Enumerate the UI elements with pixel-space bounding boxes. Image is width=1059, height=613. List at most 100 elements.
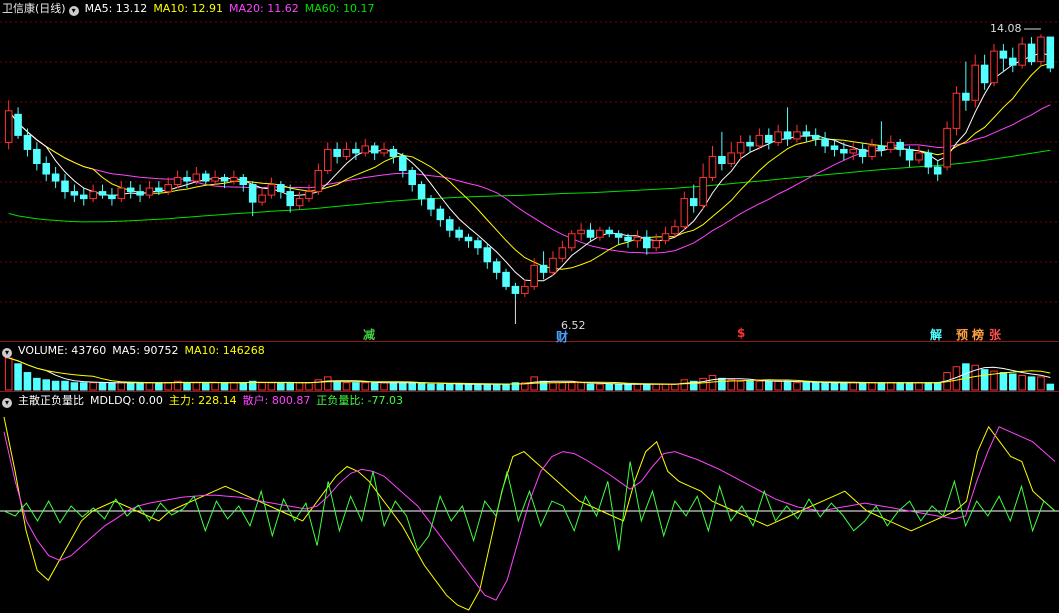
volume-bar: [605, 383, 614, 391]
volume-bar: [924, 382, 933, 391]
indicator-chart[interactable]: [0, 392, 1059, 613]
volume-bar: [436, 383, 445, 391]
ma10-value: MA10: 12.91: [153, 2, 224, 15]
volume-bar: [445, 383, 454, 391]
volume-bar: [33, 377, 41, 391]
candle-body: [868, 145, 876, 157]
volume-bar: [1046, 383, 1055, 391]
ma20-value: MA20: 11.62: [229, 2, 299, 15]
volume-bar: [98, 382, 107, 391]
volume-bar: [79, 382, 88, 391]
candle-body: [436, 208, 445, 221]
volume-bar: [305, 382, 313, 391]
candle-body: [51, 173, 60, 182]
volume-bar: [352, 382, 360, 391]
event-bang-badge[interactable]: 榜: [972, 326, 984, 343]
candle-body: [389, 148, 398, 157]
volume-bar: [23, 372, 32, 391]
volume-bar: [380, 382, 388, 391]
retail-line: [3, 426, 1056, 601]
volume-bar: [70, 382, 79, 391]
price-panel[interactable]: 卫信康(日线) ▾ MA5: 13.12 MA10: 12.91 MA20: 11.62…: [0, 0, 1059, 344]
candle-body: [877, 145, 886, 150]
volume-bar: [4, 357, 13, 391]
event-cai-badge[interactable]: 财: [556, 328, 568, 345]
retail-value: 散户: 800.87: [242, 394, 311, 407]
volume-bar: [821, 382, 829, 391]
candle-body: [699, 177, 707, 207]
candle-body: [596, 229, 604, 238]
volume-bar: [1008, 373, 1017, 391]
volume-bar: [614, 383, 623, 391]
candle-body: [905, 148, 914, 161]
volume-bar: [830, 382, 839, 391]
candle-body: [614, 233, 623, 238]
volume-bar: [746, 380, 754, 391]
candle-body: [79, 194, 88, 200]
candle-body: [793, 131, 801, 140]
price-header: 卫信康(日线) ▾ MA5: 13.12 MA10: 12.91 MA20: 11.62…: [2, 2, 380, 16]
candle-body: [727, 152, 736, 164]
candle-body: [89, 191, 97, 200]
ma20-line: [8, 104, 1051, 254]
candle-body: [155, 187, 163, 193]
candle-body: [126, 187, 135, 193]
volume-bar: [389, 382, 398, 391]
volume-bar: [652, 383, 660, 391]
volume-bar: [1027, 376, 1036, 391]
candle-body: [323, 148, 332, 172]
candle-body: [962, 92, 970, 101]
ratio-value: 正负量比: -77.03: [316, 394, 403, 407]
candle-body: [821, 138, 829, 147]
high-price-label: 14.08: [990, 22, 1022, 35]
volume-bar: [643, 383, 651, 391]
volume-bar: [558, 382, 567, 391]
chevron-down-icon[interactable]: ▾: [68, 6, 79, 16]
candle-body: [201, 173, 210, 182]
candle-body: [577, 229, 585, 235]
volume-ma5-value: MA5: 90752: [112, 344, 179, 357]
volume-bar: [267, 382, 276, 391]
candle-body: [70, 191, 79, 196]
volume-bar: [164, 382, 173, 391]
candle-body: [830, 145, 839, 150]
volume-bar: [586, 383, 595, 391]
volume-ma10-line: [8, 357, 1051, 385]
event-dollar-badge[interactable]: $: [737, 326, 745, 340]
event-yu-badge[interactable]: 预: [956, 326, 968, 343]
event-jie-badge[interactable]: 解: [930, 326, 942, 343]
volume-bar: [370, 382, 379, 391]
chevron-down-icon[interactable]: ▾: [2, 398, 12, 408]
volume-bar: [567, 382, 576, 391]
candle-body: [492, 261, 501, 273]
candle-body: [886, 141, 895, 150]
volume-bar: [117, 382, 126, 391]
volume-bar: [718, 377, 726, 391]
volume-bar: [896, 382, 904, 391]
candle-body: [33, 148, 41, 164]
volume-bar: [624, 383, 632, 391]
volume-bar: [783, 380, 792, 391]
candle-body: [849, 148, 858, 154]
volume-bar: [736, 380, 745, 391]
event-jian-badge[interactable]: 减: [363, 326, 375, 343]
indicator-panel[interactable]: ▾ 主散正负量比 MDLDQ: 0.00 主力: 228.14 散户: 800.87 正负…: [0, 391, 1059, 613]
candle-body: [755, 134, 764, 147]
chevron-down-icon[interactable]: ▾: [2, 348, 12, 358]
volume-panel[interactable]: ▾ VOLUME: 43760 MA5: 90752 MA10: 146268: [0, 341, 1059, 391]
stock-name[interactable]: 卫信康(日线): [2, 2, 66, 15]
candle-body: [1018, 43, 1026, 66]
candle-body: [661, 233, 670, 242]
candle-body: [173, 177, 182, 186]
volume-bar: [230, 382, 238, 391]
candle-body: [220, 177, 229, 182]
candle-body: [511, 285, 520, 294]
volume-bar: [980, 369, 989, 391]
volume-bar: [577, 382, 585, 391]
candle-body: [980, 64, 989, 84]
volume-bar: [765, 380, 773, 391]
price-chart[interactable]: [0, 0, 1059, 340]
candle-body: [652, 240, 660, 249]
event-zhang-badge[interactable]: 张: [989, 326, 1001, 343]
candle-body: [521, 285, 529, 294]
